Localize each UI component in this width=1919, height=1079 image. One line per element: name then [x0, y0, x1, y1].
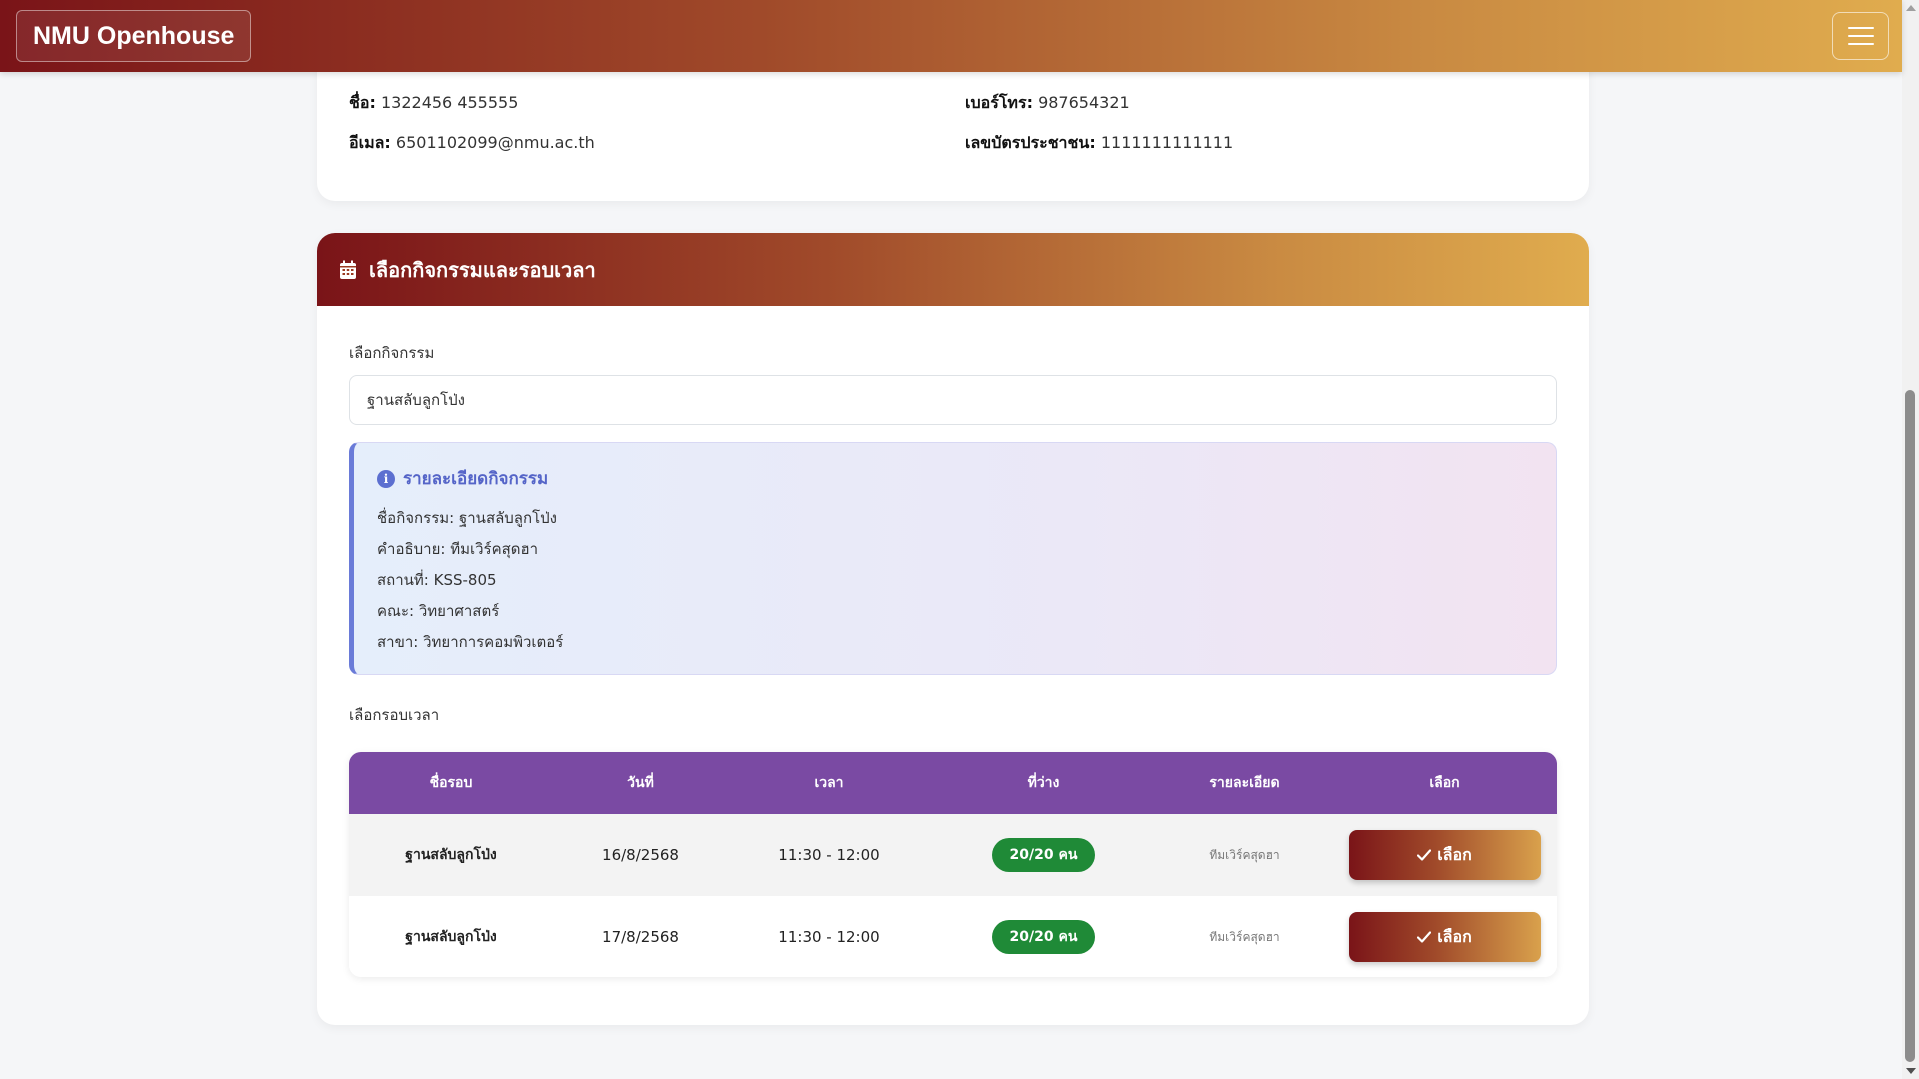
page-scrollbar[interactable] — [1902, 0, 1919, 1079]
info-icon: i — [377, 469, 395, 488]
detail-major-value: วิทยาการคอมพิวเตอร์ — [423, 633, 564, 651]
detail-name-label: ชื่อกิจกรรม: — [377, 509, 455, 527]
round-name-cell: ฐานสลับลูกโป่ง — [405, 847, 497, 863]
rounds-table: ชื่อรอบ วันที่ เวลา ที่ว่าง รายละเอียด เ… — [349, 752, 1557, 977]
select-cell: เลือก — [1332, 896, 1557, 977]
table-row: ฐานสลับลูกโป่ง 16/8/2568 11:30 - 12:00 2… — [349, 814, 1557, 896]
profile-phone-value: 987654321 — [1038, 93, 1130, 112]
profile-name-label: ชื่อ: — [349, 93, 376, 112]
calendar-icon — [340, 260, 356, 279]
check-icon — [1417, 849, 1432, 861]
select-round-button[interactable]: เลือก — [1348, 912, 1541, 962]
col-header-detail: รายละเอียด — [1209, 775, 1280, 791]
detail-faculty-value: วิทยาศาสตร์ — [418, 602, 500, 620]
profile-email-label: อีเมล: — [349, 133, 391, 152]
detail-title-text: รายละเอียดกิจกรรม — [403, 469, 549, 489]
profile-id: เลขบัตรประชาชน: 1111111111111 — [965, 131, 1233, 156]
scrollbar-thumb[interactable] — [1905, 390, 1915, 1062]
detail-title: i รายละเอียดกิจกรรม — [377, 465, 548, 492]
detail-place-value: KSS-805 — [433, 571, 497, 589]
card-header: เลือกกิจกรรมและรอบเวลา — [317, 233, 1589, 306]
seats-badge: 20/20 คน — [991, 838, 1096, 872]
col-header-round-name: ชื่อรอบ — [429, 775, 473, 791]
scroll-up-icon[interactable] — [1906, 5, 1916, 11]
date-cell: 17/8/2568 — [602, 928, 679, 946]
menu-icon-bar — [1847, 43, 1874, 45]
activity-selection-card: เลือกกิจกรรมและรอบเวลา เลือกกิจกรรม ฐานส… — [317, 233, 1589, 1025]
profile-email: อีเมล: 6501102099@nmu.ac.th — [349, 131, 595, 156]
seats-badge: 20/20 คน — [991, 920, 1096, 954]
select-round-label: เลือก — [1437, 926, 1472, 946]
activity-select-label: เลือกกิจกรรม — [349, 344, 435, 362]
profile-phone: เบอร์โทร: 987654321 — [965, 91, 1130, 116]
activity-detail-panel: i รายละเอียดกิจกรรม ชื่อกิจกรรม: ฐานสลับ… — [349, 442, 1557, 675]
detail-place-label: สถานที่: — [377, 571, 429, 589]
menu-icon-bar — [1847, 27, 1874, 29]
detail-faculty-label: คณะ: — [377, 602, 415, 620]
detail-desc-value: ทีมเวิร์คสุดฮา — [450, 540, 539, 558]
select-cell: เลือก — [1332, 814, 1557, 896]
detail-faculty: คณะ: วิทยาศาสตร์ — [377, 599, 499, 623]
round-select-label: เลือกรอบเวลา — [349, 706, 440, 724]
profile-name: ชื่อ: 1322456 455555 — [349, 91, 518, 116]
profile-email-value: 6501102099@nmu.ac.th — [395, 133, 595, 152]
table-row: ฐานสลับลูกโป่ง 17/8/2568 11:30 - 12:00 2… — [349, 896, 1557, 977]
scroll-down-icon[interactable] — [1906, 1068, 1916, 1074]
profile-id-label: เลขบัตรประชาชน: — [965, 133, 1096, 152]
activity-select[interactable]: ฐานสลับลูกโป่ง — [349, 375, 1557, 425]
check-icon — [1417, 931, 1432, 943]
seats-cell: 20/20 คน — [930, 896, 1157, 977]
select-round-button[interactable]: เลือก — [1348, 830, 1541, 880]
col-header-time: เวลา — [814, 775, 844, 791]
detail-major-label: สาขา: — [377, 633, 419, 651]
time-cell: 11:30 - 12:00 — [778, 928, 880, 946]
detail-location: สถานที่: KSS-805 — [377, 568, 497, 592]
profile-name-value: 1322456 455555 — [380, 93, 519, 112]
seats-cell: 20/20 คน — [930, 814, 1157, 896]
detail-activity-name: ชื่อกิจกรรม: ฐานสลับลูกโป่ง — [377, 506, 557, 530]
col-header-seats: ที่ว่าง — [1027, 775, 1060, 791]
col-header-date: วันที่ — [627, 775, 654, 791]
detail-major: สาขา: วิทยาการคอมพิวเตอร์ — [377, 630, 563, 654]
brand-link[interactable]: NMU Openhouse — [16, 10, 252, 62]
section-title: เลือกกิจกรรมและรอบเวลา — [369, 257, 596, 282]
top-navbar: NMU Openhouse — [0, 0, 1902, 72]
detail-cell: ทีมเวิร์คสุดฮา — [1209, 929, 1280, 944]
profile-phone-label: เบอร์โทร: — [965, 93, 1033, 112]
time-cell: 11:30 - 12:00 — [778, 846, 880, 864]
detail-description: คำอธิบาย: ทีมเวิร์คสุดฮา — [377, 537, 538, 561]
detail-desc-label: คำอธิบาย: — [377, 540, 446, 558]
table-header-row: ชื่อรอบ วันที่ เวลา ที่ว่าง รายละเอียด เ… — [349, 752, 1557, 814]
menu-toggle-button[interactable] — [1832, 12, 1889, 60]
profile-id-value: 1111111111111 — [1100, 133, 1234, 152]
select-round-label: เลือก — [1437, 844, 1472, 864]
menu-icon-bar — [1847, 35, 1874, 37]
detail-cell: ทีมเวิร์คสุดฮา — [1209, 847, 1280, 862]
col-header-select: เลือก — [1429, 775, 1460, 791]
detail-name-value: ฐานสลับลูกโป่ง — [458, 509, 557, 527]
round-name-cell: ฐานสลับลูกโป่ง — [405, 929, 497, 945]
date-cell: 16/8/2568 — [602, 846, 679, 864]
